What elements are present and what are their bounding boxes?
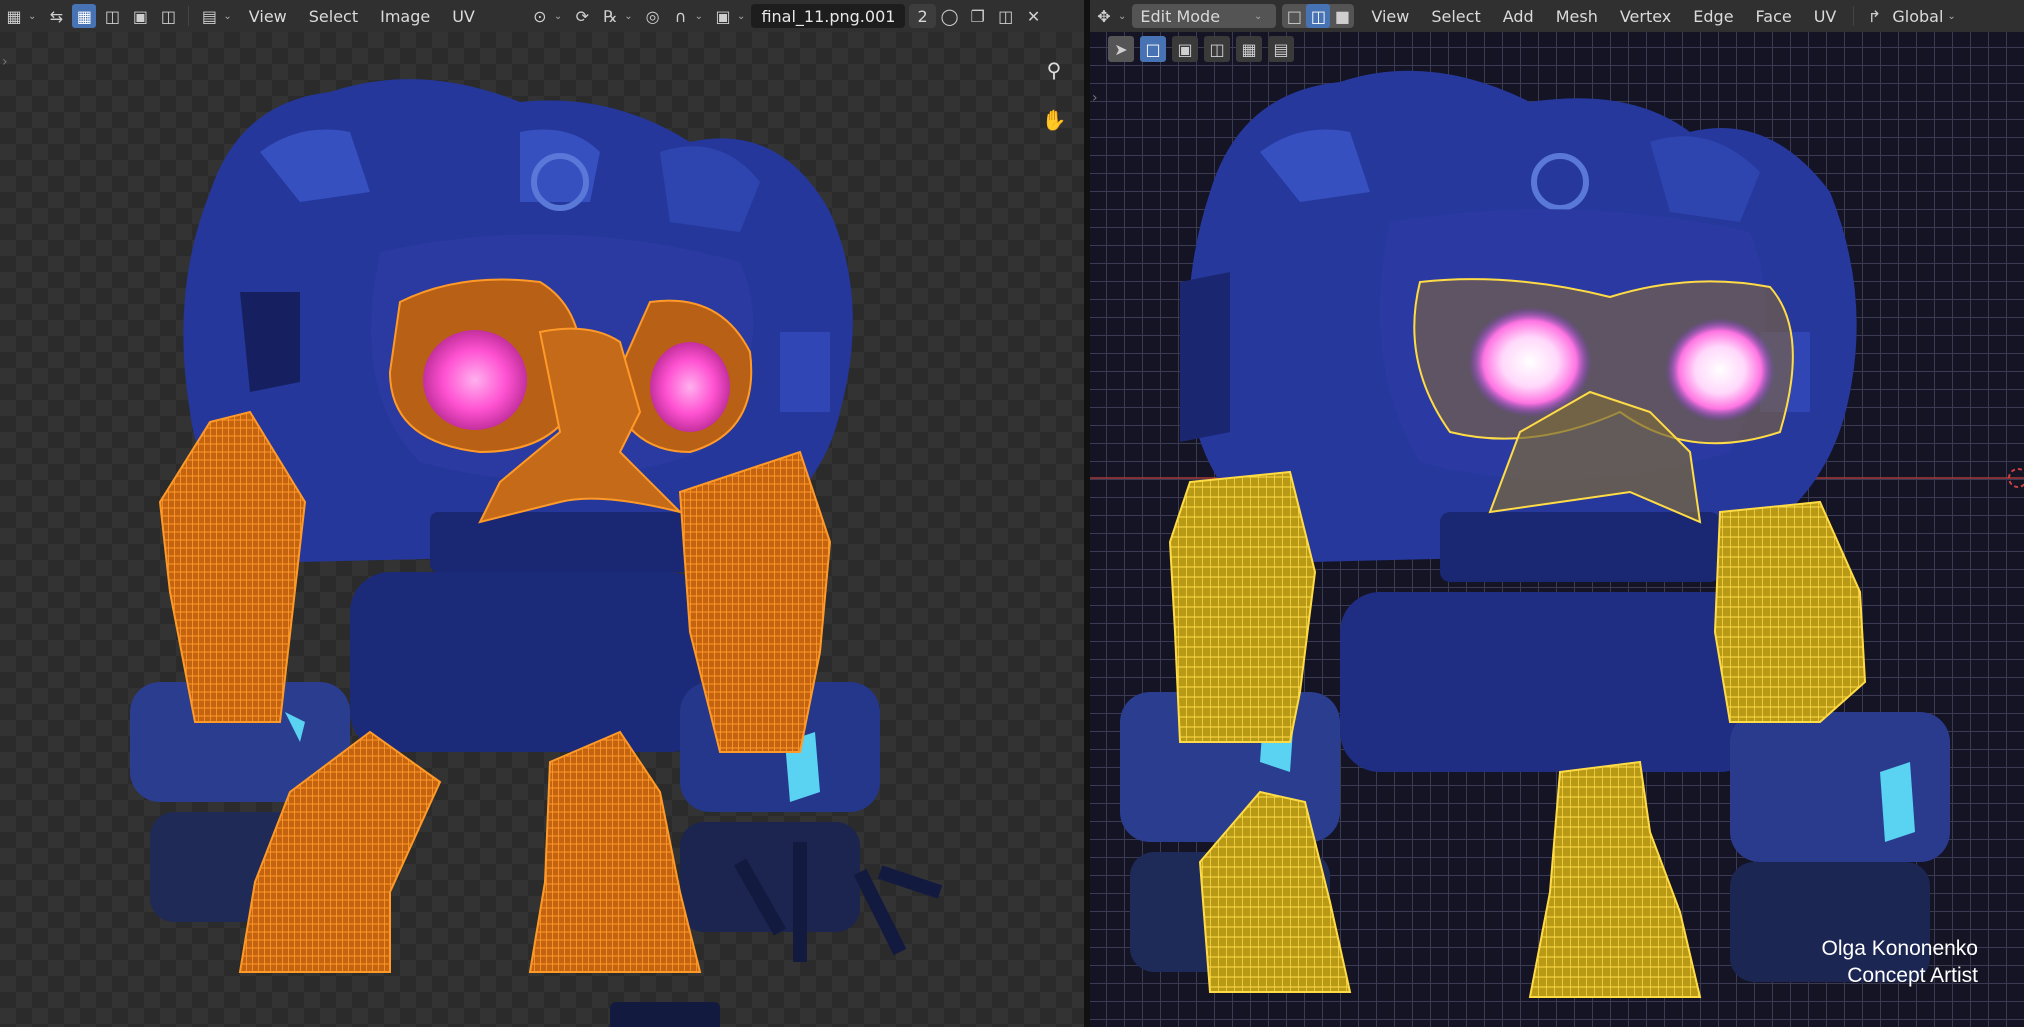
menu-view[interactable]: View bbox=[238, 7, 298, 26]
eye-glow bbox=[1665, 318, 1775, 422]
uv-texture-view bbox=[130, 79, 943, 1027]
artist-credit: Olga Kononenko Concept Artist bbox=[1822, 935, 1978, 989]
transform-orientation-icon[interactable]: ↱ bbox=[1862, 4, 1886, 28]
uv-editor-type-icon[interactable]: ▦ bbox=[2, 4, 26, 28]
sticky-mode-icon[interactable]: ▤ bbox=[197, 4, 221, 28]
menu-add[interactable]: Add bbox=[1492, 7, 1545, 26]
image-icon[interactable]: ▣ bbox=[711, 4, 735, 28]
display-mode-icon[interactable]: ◎ bbox=[641, 4, 665, 28]
orientation-selector[interactable]: Global bbox=[1888, 7, 1947, 26]
vertex-select-icon[interactable]: ▦ bbox=[72, 4, 97, 28]
chevron-down-icon[interactable]: ⌄ bbox=[223, 11, 231, 22]
menu-select[interactable]: Select bbox=[1420, 7, 1491, 26]
chevron-down-icon[interactable]: ⌄ bbox=[28, 11, 36, 22]
chevron-down-icon[interactable]: ⌄ bbox=[737, 11, 745, 22]
zoom-icon[interactable]: ⚲ bbox=[1036, 52, 1072, 88]
uv-editor-canvas[interactable]: ⚲ ✋ › bbox=[0, 32, 1084, 1027]
chevron-down-icon[interactable]: ⌄ bbox=[1118, 11, 1126, 22]
sync-selection-icon[interactable]: ⇆ bbox=[44, 4, 68, 28]
new-image-icon[interactable]: ❐ bbox=[966, 4, 990, 28]
menu-view[interactable]: View bbox=[1360, 7, 1420, 26]
eye-glow bbox=[423, 330, 527, 430]
menu-uv[interactable]: UV bbox=[441, 7, 486, 26]
golem-render bbox=[1090, 70, 2024, 998]
face-select-icon[interactable]: ▣ bbox=[128, 4, 152, 28]
snap-icon[interactable]: ℞ bbox=[598, 4, 622, 28]
uv-editor-header: ▦ ⌄ ⇆ ▦ ◫ ▣ ◫ ▤ ⌄ View Select Image UV ⊙ ⌄ … bbox=[0, 0, 1084, 32]
chevron-right-icon[interactable]: › bbox=[2, 54, 8, 70]
credit-name: Olga Kononenko bbox=[1821, 937, 1978, 960]
chevron-right-icon[interactable]: › bbox=[1092, 90, 1098, 106]
menu-mesh[interactable]: Mesh bbox=[1545, 7, 1609, 26]
viewport-canvas[interactable]: ➤ □ ▣ ◫ ▦ ▤ Olga Kononenko Concept Artis… bbox=[1090, 32, 2024, 1027]
viewport-header: ✥ ⌄ Edit Mode ⌄ □ ◫ ■ View Select Add Mes… bbox=[1090, 0, 2024, 32]
edge-select-icon[interactable]: ◫ bbox=[100, 4, 124, 28]
menu-image[interactable]: Image bbox=[369, 7, 441, 26]
menu-face[interactable]: Face bbox=[1745, 7, 1803, 26]
edge-mode-icon[interactable]: ◫ bbox=[1306, 4, 1331, 28]
menu-edge[interactable]: Edge bbox=[1682, 7, 1744, 26]
mode-selector[interactable]: Edit Mode ⌄ bbox=[1132, 4, 1277, 28]
island-select-icon[interactable]: ◫ bbox=[156, 4, 180, 28]
proportional-edit-icon[interactable]: ⟳ bbox=[570, 4, 594, 28]
menu-vertex[interactable]: Vertex bbox=[1609, 7, 1682, 26]
fake-user-icon[interactable]: ◯ bbox=[938, 4, 962, 28]
chevron-down-icon[interactable]: ⌄ bbox=[624, 11, 632, 22]
chevron-down-icon: ⌄ bbox=[1254, 10, 1263, 22]
divider bbox=[188, 6, 190, 26]
chevron-down-icon[interactable]: ⌄ bbox=[695, 11, 703, 22]
credit-role: Concept Artist bbox=[1847, 964, 1978, 987]
chevron-down-icon[interactable]: ⌄ bbox=[1947, 11, 1955, 22]
chevron-down-icon[interactable]: ⌄ bbox=[554, 11, 562, 22]
select-mode-group: □ ◫ ■ bbox=[1282, 4, 1355, 28]
close-icon[interactable]: ✕ bbox=[1022, 4, 1046, 28]
mode-label: Edit Mode bbox=[1140, 6, 1221, 26]
vertex-mode-icon[interactable]: □ bbox=[1282, 4, 1306, 28]
menu-select[interactable]: Select bbox=[298, 7, 369, 26]
pivot-icon[interactable]: ⊙ bbox=[528, 4, 552, 28]
open-image-icon[interactable]: ◫ bbox=[994, 4, 1018, 28]
editor-type-icon[interactable]: ✥ bbox=[1092, 4, 1116, 28]
curve-icon[interactable]: ∩ bbox=[669, 4, 693, 28]
face-mode-icon[interactable]: ■ bbox=[1330, 4, 1354, 28]
user-count[interactable]: 2 bbox=[909, 4, 936, 28]
divider bbox=[1853, 6, 1855, 26]
hand-icon[interactable]: ✋ bbox=[1036, 102, 1072, 138]
menu-uv[interactable]: UV bbox=[1803, 7, 1848, 26]
eye-glow bbox=[650, 342, 730, 432]
image-name-field[interactable]: final_11.png.001 bbox=[751, 4, 906, 28]
